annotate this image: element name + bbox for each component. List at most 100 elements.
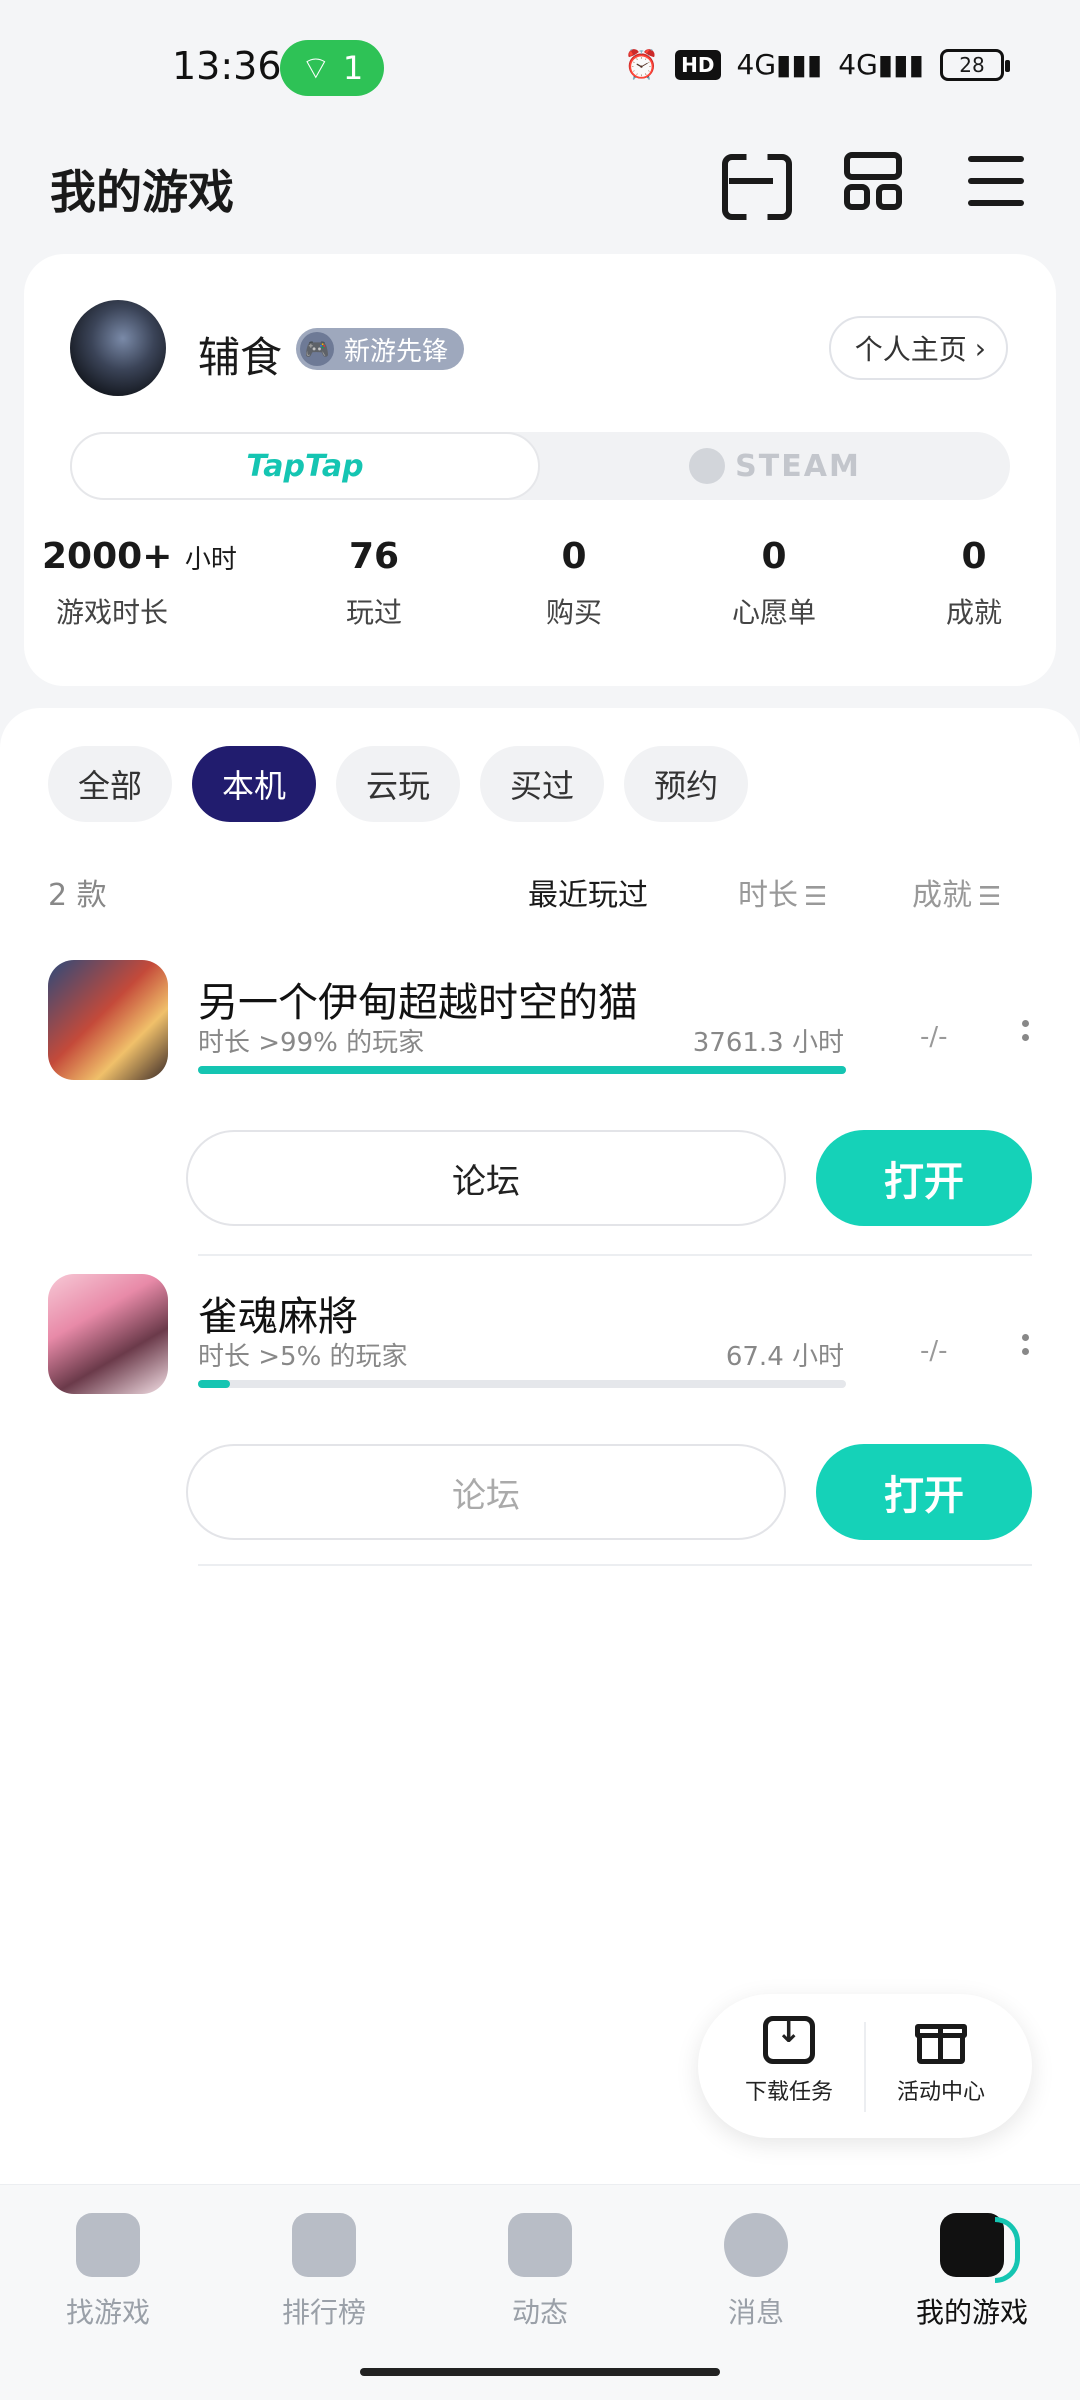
nav-label: 找游戏 [65, 2296, 150, 2329]
filter-cloud[interactable]: 云玩 [336, 746, 461, 822]
sort-icon: ☰ [978, 882, 1002, 912]
forum-button[interactable]: 论坛 [186, 1444, 786, 1540]
stat-value: 0 [561, 536, 587, 577]
sort-achievement-label: 成就 [912, 878, 972, 913]
gift-icon [915, 2016, 967, 2064]
floating-actions: 下载任务 活动中心 [698, 1994, 1032, 2138]
stat-value: 76 [348, 536, 400, 577]
stat-purchased[interactable]: 0 购买 [494, 536, 654, 631]
open-button[interactable]: 打开 [816, 1444, 1032, 1540]
sort-achievement[interactable]: 成就 ☰ [912, 870, 1001, 914]
steam-icon [689, 448, 726, 484]
more-icon[interactable] [1022, 1020, 1030, 1048]
stat-label: 玩过 [345, 596, 402, 629]
filter-chips: 全部 本机 云玩 买过 预约 [48, 746, 749, 822]
grid-icon[interactable] [842, 150, 904, 212]
stat-playtime[interactable]: 2000+ 小时 游戏时长 [42, 536, 237, 631]
tab-steam[interactable]: STEAM [540, 432, 1010, 500]
game-achievement: -/- [920, 1336, 948, 1366]
hd-icon: HD [675, 49, 721, 80]
sort-duration-label: 时长 [738, 878, 798, 913]
stat-unit: 小时 [184, 545, 237, 575]
signal-icon-2: 4G▮▮▮ [838, 48, 924, 81]
tab-taptap[interactable]: TapTap [70, 432, 540, 500]
nav-find-games[interactable]: 找游戏 [18, 2213, 198, 2331]
alarm-icon: ⏰ [624, 48, 660, 81]
download-tasks-button[interactable]: 下载任务 [714, 2015, 864, 2106]
home-indicator[interactable] [360, 2368, 720, 2376]
avatar[interactable] [70, 300, 166, 396]
signal-icon: 4G▮▮▮ [736, 48, 823, 81]
playtime-progress [198, 1380, 846, 1388]
more-icon[interactable] [1022, 1334, 1030, 1362]
page-title: 我的游戏 [50, 165, 234, 219]
nav-feed[interactable]: 动态 [450, 2213, 630, 2331]
stat-value: 0 [761, 536, 787, 577]
download-icon [763, 2015, 815, 2064]
ranking-icon [292, 2213, 356, 2277]
filter-all[interactable]: 全部 [48, 746, 173, 822]
stat-value: 0 [961, 536, 987, 577]
nav-messages[interactable]: 消息 [666, 2213, 846, 2331]
open-button[interactable]: 打开 [816, 1130, 1032, 1226]
game-rank: 时长 >99% 的玩家 [198, 1028, 425, 1058]
feed-icon [508, 2213, 572, 2277]
stat-played[interactable]: 76 玩过 [294, 536, 454, 631]
gamepad-icon: 🎮 [300, 332, 334, 366]
find-games-icon [76, 2213, 140, 2277]
steam-label: STEAM [735, 448, 861, 484]
homepage-button[interactable]: 个人主页 › [828, 316, 1008, 380]
filter-local[interactable]: 本机 [192, 746, 317, 822]
nav-label: 动态 [511, 2296, 568, 2329]
username: 辅食 [198, 333, 283, 382]
menu-icon[interactable] [964, 150, 1026, 212]
nav-label: 消息 [727, 2296, 784, 2329]
game-name: 雀魂麻將 [198, 1294, 358, 1340]
stat-wishlist[interactable]: 0 心愿单 [694, 536, 854, 631]
filter-reserved[interactable]: 预约 [624, 746, 749, 822]
activity-label: 活动中心 [896, 2080, 985, 2105]
chat-bubble-icon [724, 2213, 788, 2277]
progress-fill [198, 1066, 846, 1074]
nav-my-games[interactable]: 我的游戏 [882, 2213, 1062, 2331]
user-badge[interactable]: 🎮 新游先锋 [296, 328, 465, 370]
divider [198, 1254, 1032, 1256]
nav-label: 排行榜 [281, 2296, 366, 2329]
nav-label: 我的游戏 [915, 2296, 1028, 2329]
chevron-right-icon: › [974, 331, 986, 365]
stat-label: 心愿单 [731, 596, 816, 629]
game-icon[interactable] [48, 960, 168, 1080]
list-header: 2 款 最近玩过 时长 ☰ 成就 ☰ [48, 858, 1032, 918]
nav-ranking[interactable]: 排行榜 [234, 2213, 414, 2331]
game-icon[interactable] [48, 1274, 168, 1394]
download-label: 下载任务 [744, 2080, 833, 2105]
gamepad-icon [940, 2213, 1020, 2283]
stat-label: 游戏时长 [55, 596, 168, 629]
divider [198, 1564, 1032, 1566]
game-hours: 3761.3 小时 [692, 1028, 844, 1058]
progress-fill [198, 1380, 231, 1388]
badge-label: 新游先锋 [344, 336, 449, 367]
status-bar: 13:36 ⌔ 1 ⏰ HD 4G▮▮▮ 4G▮▮▮ 28 [0, 0, 1080, 130]
profile-card: 辅食 🎮 新游先锋 个人主页 › TapTap STEAM 2000+ 小时 游… [24, 254, 1056, 686]
forum-button[interactable]: 论坛 [186, 1130, 786, 1226]
sort-recent[interactable]: 最近玩过 [528, 870, 648, 914]
game-count: 2 款 [48, 878, 107, 913]
stat-value: 2000+ [42, 536, 173, 577]
platform-toggle: TapTap STEAM [70, 432, 1010, 500]
hotspot-indicator[interactable]: ⌔ 1 [280, 40, 384, 96]
activity-center-button[interactable]: 活动中心 [866, 2016, 1016, 2106]
sort-icon: ☰ [804, 882, 828, 912]
playtime-progress [198, 1066, 846, 1074]
status-icons: ⏰ HD 4G▮▮▮ 4G▮▮▮ 28 [624, 48, 1010, 81]
sort-duration[interactable]: 时长 ☰ [738, 870, 827, 914]
homepage-label: 个人主页 [854, 333, 967, 366]
stat-achievements[interactable]: 0 成就 [894, 536, 1054, 631]
games-sheet: 全部 本机 云玩 买过 预约 2 款 最近玩过 时长 ☰ 成就 ☰ 另一个伊甸超越时… [0, 708, 1080, 2184]
scan-icon[interactable] [720, 150, 782, 212]
stat-label: 成就 [945, 596, 1002, 629]
game-achievement: -/- [920, 1022, 948, 1052]
game-hours: 67.4 小时 [725, 1342, 844, 1372]
filter-bought[interactable]: 买过 [480, 746, 605, 822]
hotspot-icon: ⌔ [300, 49, 331, 87]
